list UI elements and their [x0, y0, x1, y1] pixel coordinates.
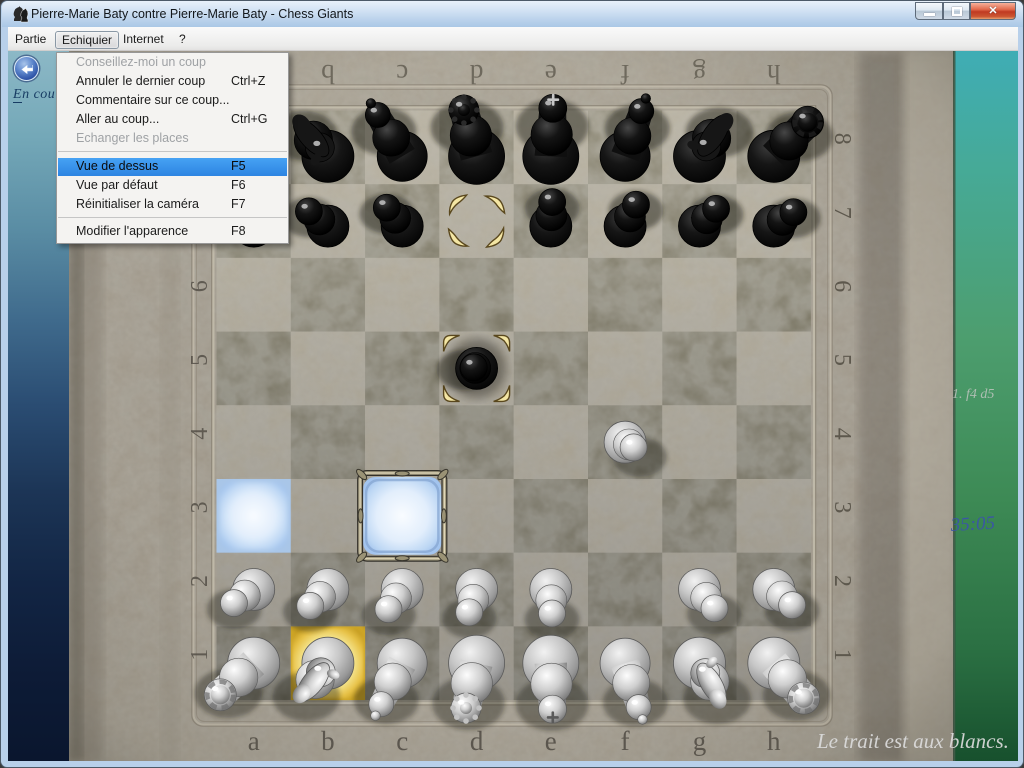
svg-text:3: 3	[187, 501, 213, 513]
svg-text:2: 2	[829, 575, 855, 587]
svg-text:1: 1	[187, 649, 213, 661]
svg-text:f: f	[621, 59, 630, 89]
svg-text:d: d	[469, 59, 483, 89]
svg-text:7: 7	[829, 207, 855, 219]
svg-text:h: h	[767, 726, 781, 756]
svg-text:b: b	[321, 59, 335, 89]
svg-text:3: 3	[829, 501, 855, 513]
svg-text:8: 8	[829, 133, 855, 145]
svg-text:h: h	[767, 59, 781, 89]
svg-text:1. f4 d5: 1. f4 d5	[952, 387, 994, 402]
svg-text:4: 4	[829, 428, 855, 440]
svg-text:c: c	[396, 59, 408, 89]
svg-text:5: 5	[829, 354, 855, 366]
svg-text:g: g	[693, 59, 707, 89]
svg-text:6: 6	[187, 280, 213, 292]
svg-text:g: g	[693, 726, 707, 756]
svg-text:Le trait est aux blancs.: Le trait est aux blancs.	[816, 729, 1009, 753]
svg-text:a: a	[248, 726, 260, 756]
svg-text:f: f	[621, 726, 630, 756]
svg-text:4: 4	[187, 428, 213, 440]
svg-text:c: c	[396, 726, 408, 756]
svg-text:6: 6	[829, 280, 855, 292]
svg-text:5: 5	[187, 354, 213, 366]
svg-text:e: e	[545, 59, 557, 89]
svg-text:d: d	[470, 726, 484, 756]
svg-text:35:05: 35:05	[949, 513, 995, 536]
svg-text:b: b	[321, 726, 335, 756]
svg-text:2: 2	[187, 575, 213, 587]
svg-text:1: 1	[829, 649, 855, 661]
